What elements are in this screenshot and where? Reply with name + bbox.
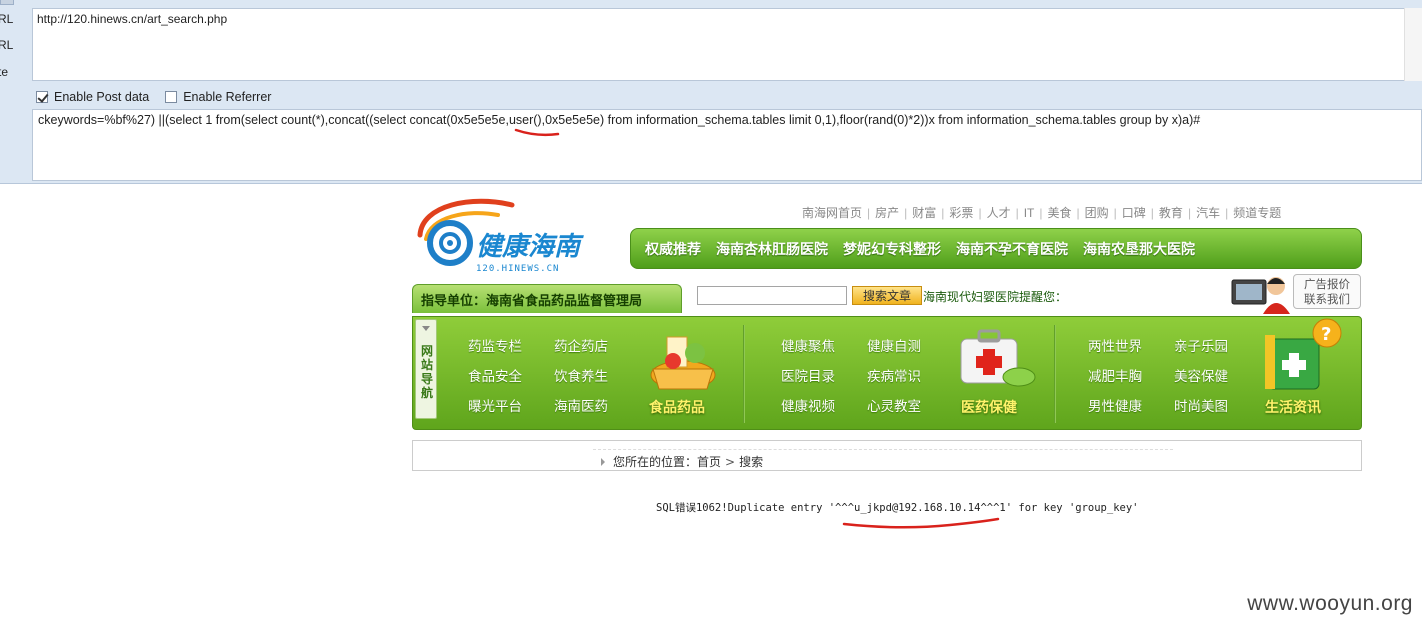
sql-error-message: SQL错误1062!Duplicate entry '^^^u_jkpd@192…	[656, 500, 1139, 515]
category-life-info[interactable]: 生活资讯	[1265, 397, 1321, 417]
hospital-notice[interactable]: 海南现代妇婴医院提醒您：	[923, 288, 1067, 305]
post-data-part2: ,0x5e5e5e) from information_schema.table…	[541, 113, 1201, 127]
ad-price-label: 广告报价	[1304, 277, 1350, 291]
food-basket-icon	[650, 336, 716, 390]
post-data-textarea[interactable]: ckeywords=%bf%27) ||(select 1 from(selec…	[32, 109, 1422, 181]
top-link[interactable]: 房产	[875, 206, 899, 220]
menu-link[interactable]: 海南医药	[554, 395, 608, 415]
enable-post-label: Enable Post data	[54, 90, 150, 104]
support-agent-icon	[1231, 277, 1290, 314]
menu-link[interactable]: 饮食养生	[554, 365, 608, 385]
menu-link[interactable]: 美容保健	[1174, 365, 1228, 385]
breadcrumb-arrow-icon	[601, 457, 605, 466]
menu-link[interactable]: 健康聚焦	[781, 335, 835, 355]
top-link[interactable]: 彩票	[949, 206, 973, 220]
menu-link[interactable]: 食品安全	[468, 365, 522, 385]
menu-link[interactable]: 健康视频	[781, 395, 835, 415]
annotation-underline-leak	[842, 517, 1000, 529]
menu-link[interactable]: 疾病常识	[867, 365, 921, 385]
recommend-link[interactable]: 海南农垦那大医院	[1083, 239, 1195, 259]
logo-domain: 120.HINEWS.CN	[476, 264, 559, 274]
sql-error-value: ^^^u_jkpd@192.168.10.14^^^1	[835, 502, 1006, 514]
post-data-part1: ckeywords=%bf%27) ||(select 1 from(selec…	[38, 113, 509, 127]
ad-contact-box[interactable]: 广告报价 联系我们	[1293, 274, 1361, 309]
menu-link[interactable]: 药监专栏	[468, 335, 522, 355]
enable-referrer-checkbox[interactable]	[165, 91, 178, 103]
sql-error-suffix: ' for key 'group_key'	[1005, 502, 1139, 514]
menu-link[interactable]: 健康自测	[867, 335, 921, 355]
post-data-highlight: user()	[508, 113, 542, 127]
enable-post-checkbox[interactable]	[36, 91, 48, 103]
menu-link[interactable]: 药企药店	[554, 335, 608, 355]
url-scrollbar[interactable]	[1404, 8, 1422, 81]
side-label-url-2: RL	[0, 38, 14, 52]
site-nav-toggle[interactable]: 网站导航	[415, 319, 437, 419]
logo-brand: 健康海南	[476, 232, 584, 262]
top-link[interactable]: 人才	[987, 206, 1011, 220]
side-label-url: RL	[0, 12, 14, 26]
breadcrumb-separator: >	[725, 454, 736, 469]
site-logo[interactable]: 健康海南 120.HINEWS.CN	[412, 195, 622, 275]
breadcrumb-prefix: 您所在的位置：	[613, 455, 698, 469]
category-food-drug[interactable]: 食品药品	[649, 397, 705, 417]
enable-referrer-label: Enable Referrer	[183, 90, 272, 104]
url-value: http://120.hinews.cn/art_search.php	[37, 12, 228, 26]
first-aid-kit-icon	[960, 329, 1036, 387]
category-medicine-health[interactable]: 医药保健	[961, 397, 1017, 417]
url-textarea[interactable]: http://120.hinews.cn/art_search.php	[32, 8, 1422, 81]
menu-link[interactable]: 医院目录	[781, 365, 835, 385]
enable-post-option[interactable]: Enable Post data	[36, 90, 149, 104]
top-link[interactable]: 财富	[912, 206, 936, 220]
sql-error-prefix: SQL错误1062!Duplicate entry '	[656, 502, 836, 514]
guide-unit-tab: 指导单位：海南省食品药品监督管理局	[412, 284, 682, 313]
watermark: www.wooyun.org	[1247, 592, 1413, 615]
breadcrumb-home-link[interactable]: 首页	[697, 453, 721, 470]
enable-referrer-option[interactable]: Enable Referrer	[165, 90, 271, 104]
breadcrumb: 您所在的位置： 首页 > 搜索	[412, 440, 1362, 471]
top-link[interactable]: IT	[1024, 206, 1035, 220]
side-label-te: te	[0, 65, 9, 79]
top-link[interactable]: 团购	[1085, 206, 1109, 220]
top-link[interactable]: 口碑	[1122, 206, 1146, 220]
top-link[interactable]: 南海网首页	[802, 206, 862, 220]
hackbar-panel: RL RL te http://120.hinews.cn/art_search…	[0, 0, 1422, 184]
top-link[interactable]: 美食	[1048, 206, 1072, 220]
recommend-link[interactable]: 权威推荐	[645, 239, 701, 259]
search-input[interactable]	[697, 286, 847, 305]
recommend-link[interactable]: 海南杏林肛肠医院	[716, 239, 828, 259]
menu-link[interactable]: 心灵教室	[867, 395, 921, 415]
top-link[interactable]: 频道专题	[1233, 206, 1281, 220]
channel-menu-panel: 网站导航 药监专栏 食品安全 曝光平台 药企药店 饮食养生 海南医药 食品药品 …	[412, 316, 1362, 430]
menu-link[interactable]: 男性健康	[1088, 395, 1142, 415]
site-nav-label: 网站导航	[421, 344, 434, 400]
dropdown-arrow-icon	[422, 326, 430, 331]
menu-divider	[743, 325, 745, 423]
menu-link[interactable]: 曝光平台	[468, 395, 522, 415]
menu-divider	[1054, 325, 1056, 423]
top-link[interactable]: 教育	[1159, 206, 1183, 220]
recommend-link[interactable]: 梦妮幻专科整形	[843, 239, 941, 259]
contact-us-label: 联系我们	[1304, 292, 1350, 306]
top-links: 南海网首页 | 房产 | 财富 | 彩票 | 人才 | IT | 美食 | 团购 | 口碑 | 教育 | 汽车 | 频道专题	[802, 206, 1282, 220]
breadcrumb-current: 搜索	[739, 455, 764, 469]
recommend-link[interactable]: 海南不孕不育医院	[956, 239, 1068, 259]
search-articles-button[interactable]: 搜索文章	[852, 286, 922, 305]
svg-text:?: ?	[1321, 324, 1331, 345]
menu-link[interactable]: 亲子乐园	[1174, 335, 1228, 355]
menu-link[interactable]: 两性世界	[1088, 335, 1142, 355]
breadcrumb-trail: 您所在的位置： 首页 > 搜索	[601, 453, 763, 470]
menu-link[interactable]: 时尚美图	[1174, 395, 1228, 415]
top-link[interactable]: 汽车	[1196, 206, 1220, 220]
hackbar-options: Enable Post data Enable Referrer	[36, 88, 287, 106]
recommend-nav-bar: 权威推荐 海南杏林肛肠医院 梦妮幻专科整形 海南不孕不育医院 海南农垦那大医院	[630, 228, 1362, 269]
scroll-up-arrow[interactable]	[0, 0, 14, 5]
menu-link[interactable]: 减肥丰胸	[1088, 365, 1142, 385]
lifestyle-kit-icon: ?	[1265, 318, 1342, 390]
